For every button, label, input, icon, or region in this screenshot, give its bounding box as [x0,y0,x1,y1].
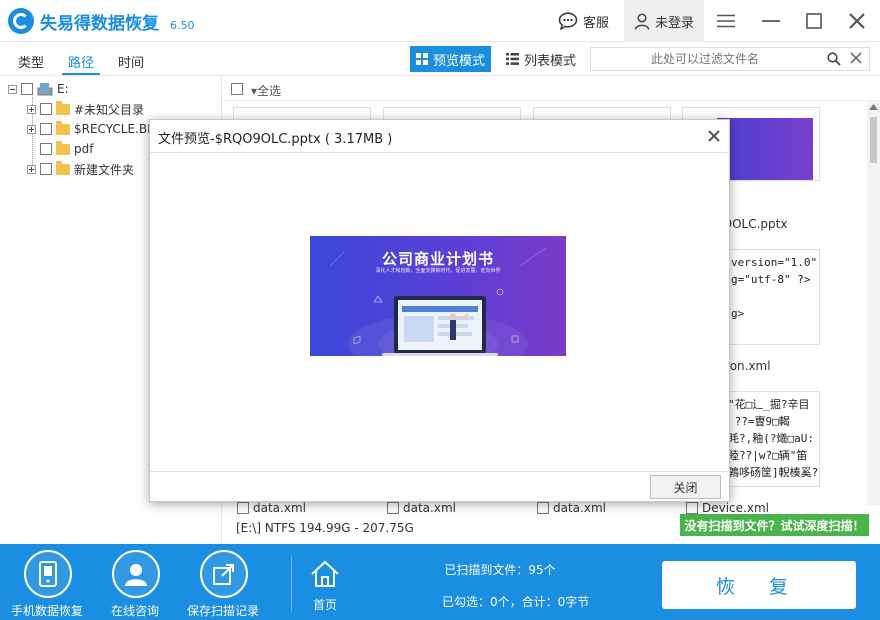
hamburger-icon [717,14,735,28]
scrollbar-thumb[interactable] [870,117,877,163]
tree-item-label: $RECYCLE.BI [74,122,151,136]
tab-type[interactable]: 类型 [18,52,44,71]
folder-icon [56,100,70,115]
home-label: 首页 [312,598,337,612]
app-logo-icon [8,8,34,34]
tree-item[interactable]: pdf [40,140,93,158]
tree-item-label: 新建文件夹 [74,162,135,177]
support-button[interactable]: 客服 [558,10,609,32]
minimize-button[interactable] [759,9,783,33]
minimize-icon [762,20,780,22]
tab-path[interactable]: 路径 [68,52,94,71]
checked-info: 已勾选：0个，合计：0字节 [442,595,590,609]
tree-item-label: #未知父目录 [74,102,145,117]
save-scan-button[interactable]: 保存扫描记录 [187,550,259,618]
export-icon [213,564,234,585]
divider [150,471,729,472]
tree-item-label: pdf [74,142,94,156]
save-scan-label: 保存扫描记录 [186,604,259,618]
list-icon [506,53,519,65]
menu-button[interactable] [714,9,738,33]
chat-bubble-icon [558,12,578,30]
tree-item-checkbox[interactable] [40,103,52,115]
mobile-recovery-button[interactable]: 手机数据恢复 [11,550,83,618]
toolbar: 类型 路径 时间 预览模式 列表模式 [0,42,880,76]
bottom-bar: 手机数据恢复 在线咨询 保存扫描记录 首页 已扫描到文件：95个 已勾选：0个，… [0,544,880,620]
dialog-title: 文件预览-$RQO9OLC.pptx ( 3.17MB ) [158,132,393,147]
close-icon[interactable] [706,128,722,144]
deep-scan-button[interactable]: 没有扫描到文件？试试深度扫描！ [680,514,869,536]
grid-icon [415,53,428,65]
login-label: 未登录 [654,15,694,31]
divider [291,556,292,612]
slide-preview: 公司商业计划书 深化人才和创新，全面支撑新时代，促进发展，走向世界 [310,236,566,356]
tree-item-checkbox[interactable] [40,143,52,155]
online-consult-button[interactable]: 在线咨询 [100,550,170,618]
login-button[interactable]: 未登录 [624,0,704,42]
slide-illustration [329,247,547,356]
drive-icon [37,83,53,96]
maximize-icon [806,13,822,29]
list-mode-label: 列表模式 [524,53,577,69]
phone-icon [39,561,57,587]
disk-info: [E:\] NTFS 194.99G - 207.75G [236,521,414,535]
filter-input[interactable] [595,50,815,68]
select-all-checkbox[interactable] [231,83,243,95]
tree-root-label: E: [57,82,69,96]
tree-root-row[interactable]: E: [8,80,69,98]
folder-icon [56,160,70,175]
select-all-label[interactable]: ▾全选 [251,82,281,99]
close-icon [849,13,865,29]
filter-box [590,47,870,71]
clear-filter-icon[interactable] [850,52,862,64]
search-icon[interactable] [827,52,841,66]
scrollbar[interactable] [867,101,880,505]
save-icon-circle [200,550,248,598]
maximize-button[interactable] [802,9,826,33]
scroll-up-icon[interactable] [869,104,878,110]
expand-icon[interactable] [27,124,36,134]
list-mode-button[interactable]: 列表模式 [502,46,582,72]
tree-item[interactable]: 新建文件夹 [27,160,134,178]
home-button[interactable]: 首页 [300,558,350,614]
tab-time[interactable]: 时间 [118,52,144,71]
user-icon [634,12,650,30]
expand-icon[interactable] [27,104,36,114]
pptx-thumbnail [717,118,813,180]
folder-icon [56,120,70,135]
preview-mode-label: 预览模式 [432,53,485,69]
dialog-close-button[interactable]: 关闭 [650,475,721,499]
collapse-icon[interactable] [8,84,17,94]
user-headset-icon [125,564,147,586]
app-title: 失易得数据恢复 [40,14,159,34]
preview-mode-button[interactable]: 预览模式 [410,46,491,72]
mobile-icon-circle [24,550,72,598]
preview-dialog: 文件预览-$RQO9OLC.pptx ( 3.17MB ) 公司商业计划书 深化… [149,119,730,502]
home-icon [311,560,339,587]
tree-item-checkbox[interactable] [40,123,52,135]
divider [150,152,729,153]
close-button[interactable] [845,9,869,33]
title-bar: 失易得数据恢复 6.50 客服 未登录 [0,0,880,42]
tree-root-checkbox[interactable] [21,83,33,95]
select-all-row: ▾全选 [223,77,880,101]
scan-count: 已扫描到文件：95个 [444,563,556,577]
tree-item[interactable]: #未知父目录 [27,100,144,118]
recover-button[interactable]: 恢 复 [662,561,856,609]
app-version: 6.50 [170,19,195,32]
expand-icon[interactable] [27,164,36,174]
folder-icon [56,140,70,155]
consult-icon-circle [112,550,160,598]
active-tab-indicator [62,73,100,75]
tree-item[interactable]: $RECYCLE.BI [27,120,151,138]
support-label: 客服 [583,15,610,31]
tree-item-checkbox[interactable] [40,163,52,175]
